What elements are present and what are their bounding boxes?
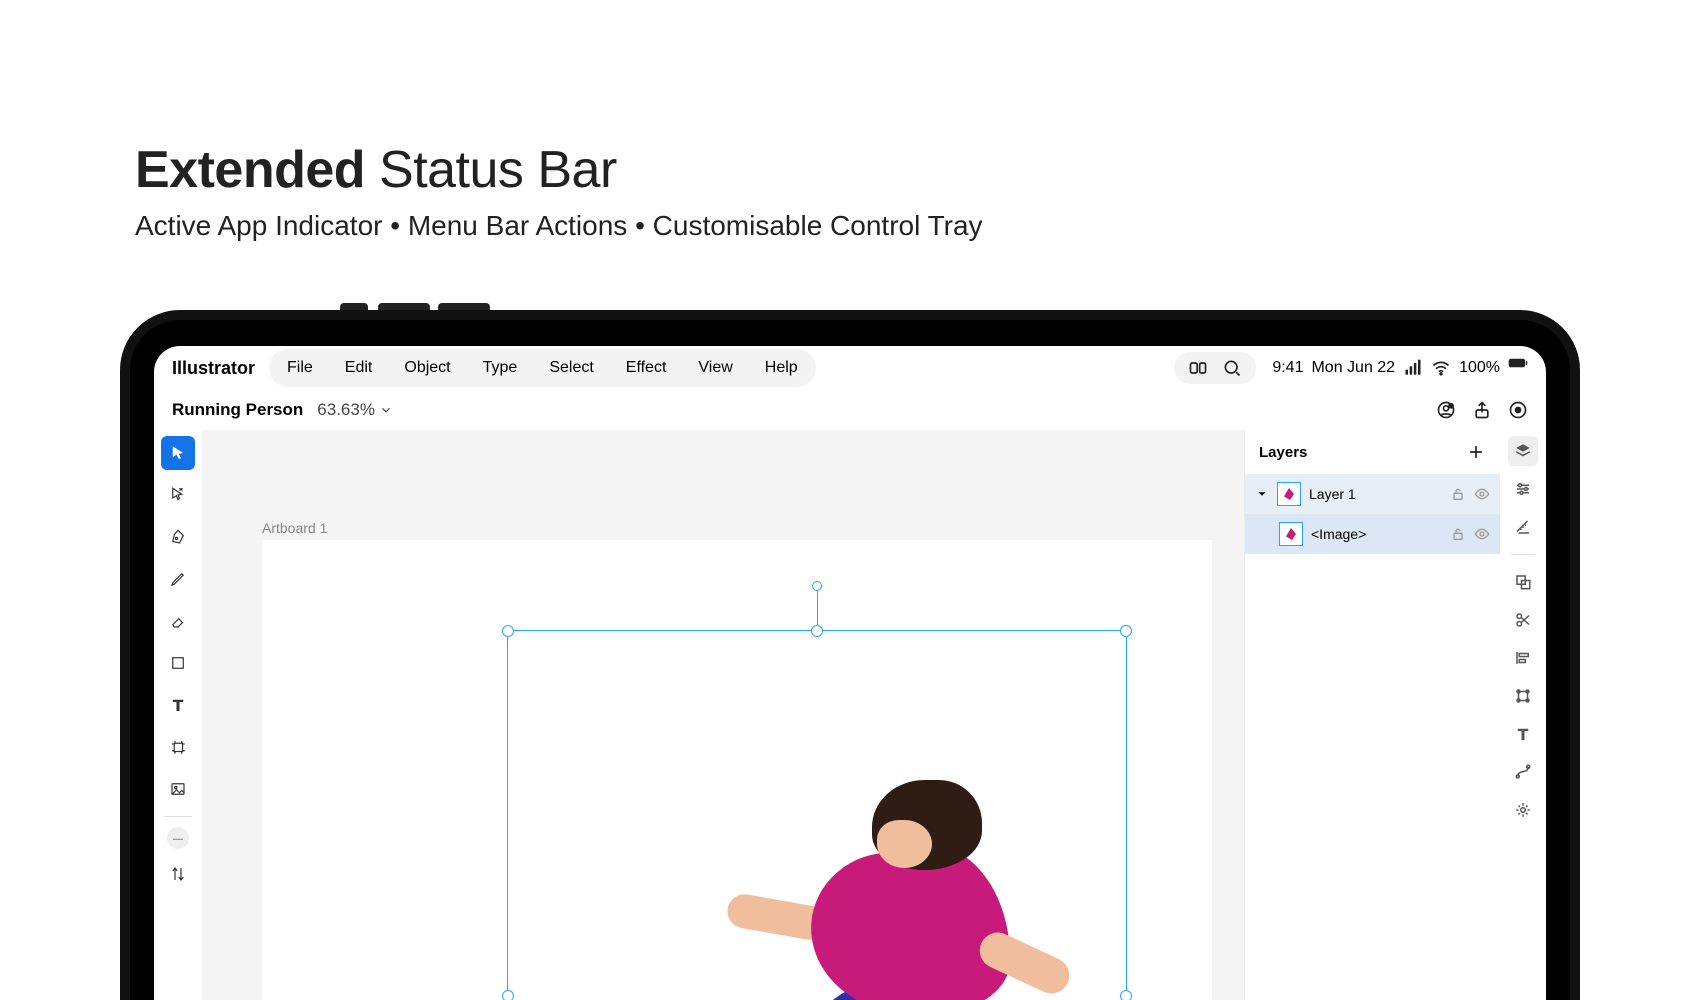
page-title-bold: Extended [135,141,365,199]
layers-panel: Layers Layer 1 <Image> [1244,430,1500,1000]
artboard-tool[interactable] [161,730,195,764]
rotate-stem [817,587,818,625]
layer-row[interactable]: <Image> [1245,514,1500,554]
cut-tool-button[interactable] [1508,605,1538,635]
menu-select[interactable]: Select [533,353,609,383]
visibility-icon[interactable] [1474,526,1490,542]
menu-type[interactable]: Type [467,353,534,383]
lock-icon[interactable] [1450,486,1466,502]
menu-file[interactable]: File [271,353,329,383]
collaborate-icon[interactable] [1436,400,1456,420]
handle-mid-left[interactable] [502,990,514,1000]
menu-help[interactable]: Help [749,353,814,383]
layer-name[interactable]: Layer 1 [1309,486,1356,502]
menu-pill: File Edit Object Type Select Effect View… [269,349,816,387]
layer-thumbnail [1279,522,1303,546]
path-panel-button[interactable] [1508,757,1538,787]
layer-disclosure-icon[interactable] [1255,487,1269,501]
shape-tool[interactable] [161,646,195,680]
layer-name[interactable]: <Image> [1311,526,1366,542]
add-layer-button[interactable] [1466,442,1486,462]
layer-thumbnail [1277,482,1301,506]
view-mode-icon[interactable] [1508,400,1528,420]
transform-panel-button[interactable] [1508,681,1538,711]
pencil-tool[interactable] [161,562,195,596]
layer-row[interactable]: Layer 1 [1245,474,1500,514]
selection-tool[interactable] [161,436,195,470]
type-tool[interactable] [161,688,195,722]
menu-object[interactable]: Object [388,353,466,383]
handle-top-center[interactable] [811,625,823,637]
settings-panel-button[interactable] [1508,795,1538,825]
handle-mid-right[interactable] [1120,990,1132,1000]
toolbar-separator [164,816,192,817]
control-tray: 9:41 Mon Jun 22 100% [1174,352,1528,384]
handle-top-left[interactable] [502,625,514,637]
canvas[interactable]: Artboard 1 [202,430,1244,1000]
rotate-handle[interactable] [812,581,822,591]
tray-pill [1174,352,1256,384]
chevron-down-icon [379,403,393,417]
layers-title: Layers [1259,444,1307,461]
wifi-icon [1431,358,1451,378]
status-tray[interactable]: 9:41 Mon Jun 22 100% [1272,358,1528,378]
ipad-frame: Illustrator File Edit Object Type Select… [120,310,1580,1000]
direct-selection-tool[interactable] [161,478,195,512]
workspace: – Artboard 1 [154,430,1546,1000]
cellular-icon [1403,358,1423,378]
precision-panel-button[interactable] [1508,512,1538,542]
zoom-dropdown[interactable]: 63.63% [317,400,393,420]
share-icon[interactable] [1472,400,1492,420]
running-person-artwork[interactable] [647,780,1047,1000]
align-panel-button[interactable] [1508,643,1538,673]
power-button [340,303,368,310]
volume-down-button [438,303,490,310]
type-panel-button[interactable] [1508,719,1538,749]
lock-icon[interactable] [1450,526,1466,542]
multitask-icon[interactable] [1188,358,1208,378]
volume-up-button [378,303,430,310]
left-toolbar: – [154,430,202,1000]
status-date: Mon Jun 22 [1311,359,1395,377]
visibility-icon[interactable] [1474,486,1490,502]
menu-edit[interactable]: Edit [329,353,389,383]
properties-panel-button[interactable] [1508,474,1538,504]
battery-icon [1508,358,1528,378]
search-icon[interactable] [1222,358,1242,378]
person-face [877,820,932,868]
place-image-tool[interactable] [161,772,195,806]
menubar: Illustrator File Edit Object Type Select… [154,346,1546,390]
artboard-label: Artboard 1 [262,520,327,536]
zoom-value: 63.63% [317,400,375,420]
status-battery-pct: 100% [1459,359,1500,377]
status-time: 9:41 [1272,359,1303,377]
eraser-tool[interactable] [161,604,195,638]
document-bar: Running Person 63.63% [154,390,1546,430]
swap-fill-tool[interactable] [161,857,195,891]
pen-tool[interactable] [161,520,195,554]
menu-view[interactable]: View [682,353,748,383]
layers-panel-button[interactable] [1508,436,1538,466]
screen: Illustrator File Edit Object Type Select… [154,346,1546,1000]
layers-header: Layers [1245,430,1500,474]
combine-shapes-button[interactable] [1508,567,1538,597]
menu-effect[interactable]: Effect [610,353,683,383]
page-title-rest: Status Bar [365,141,617,199]
page-subtitle: Active App Indicator • Menu Bar Actions … [135,210,983,242]
right-toolbar [1500,430,1546,1000]
right-toolbar-separator [1511,554,1535,555]
app-name[interactable]: Illustrator [172,358,255,379]
document-name[interactable]: Running Person [172,400,303,420]
handle-top-right[interactable] [1120,625,1132,637]
page-title: Extended Status Bar [135,140,617,200]
fill-stroke-indicator[interactable]: – [167,827,189,849]
